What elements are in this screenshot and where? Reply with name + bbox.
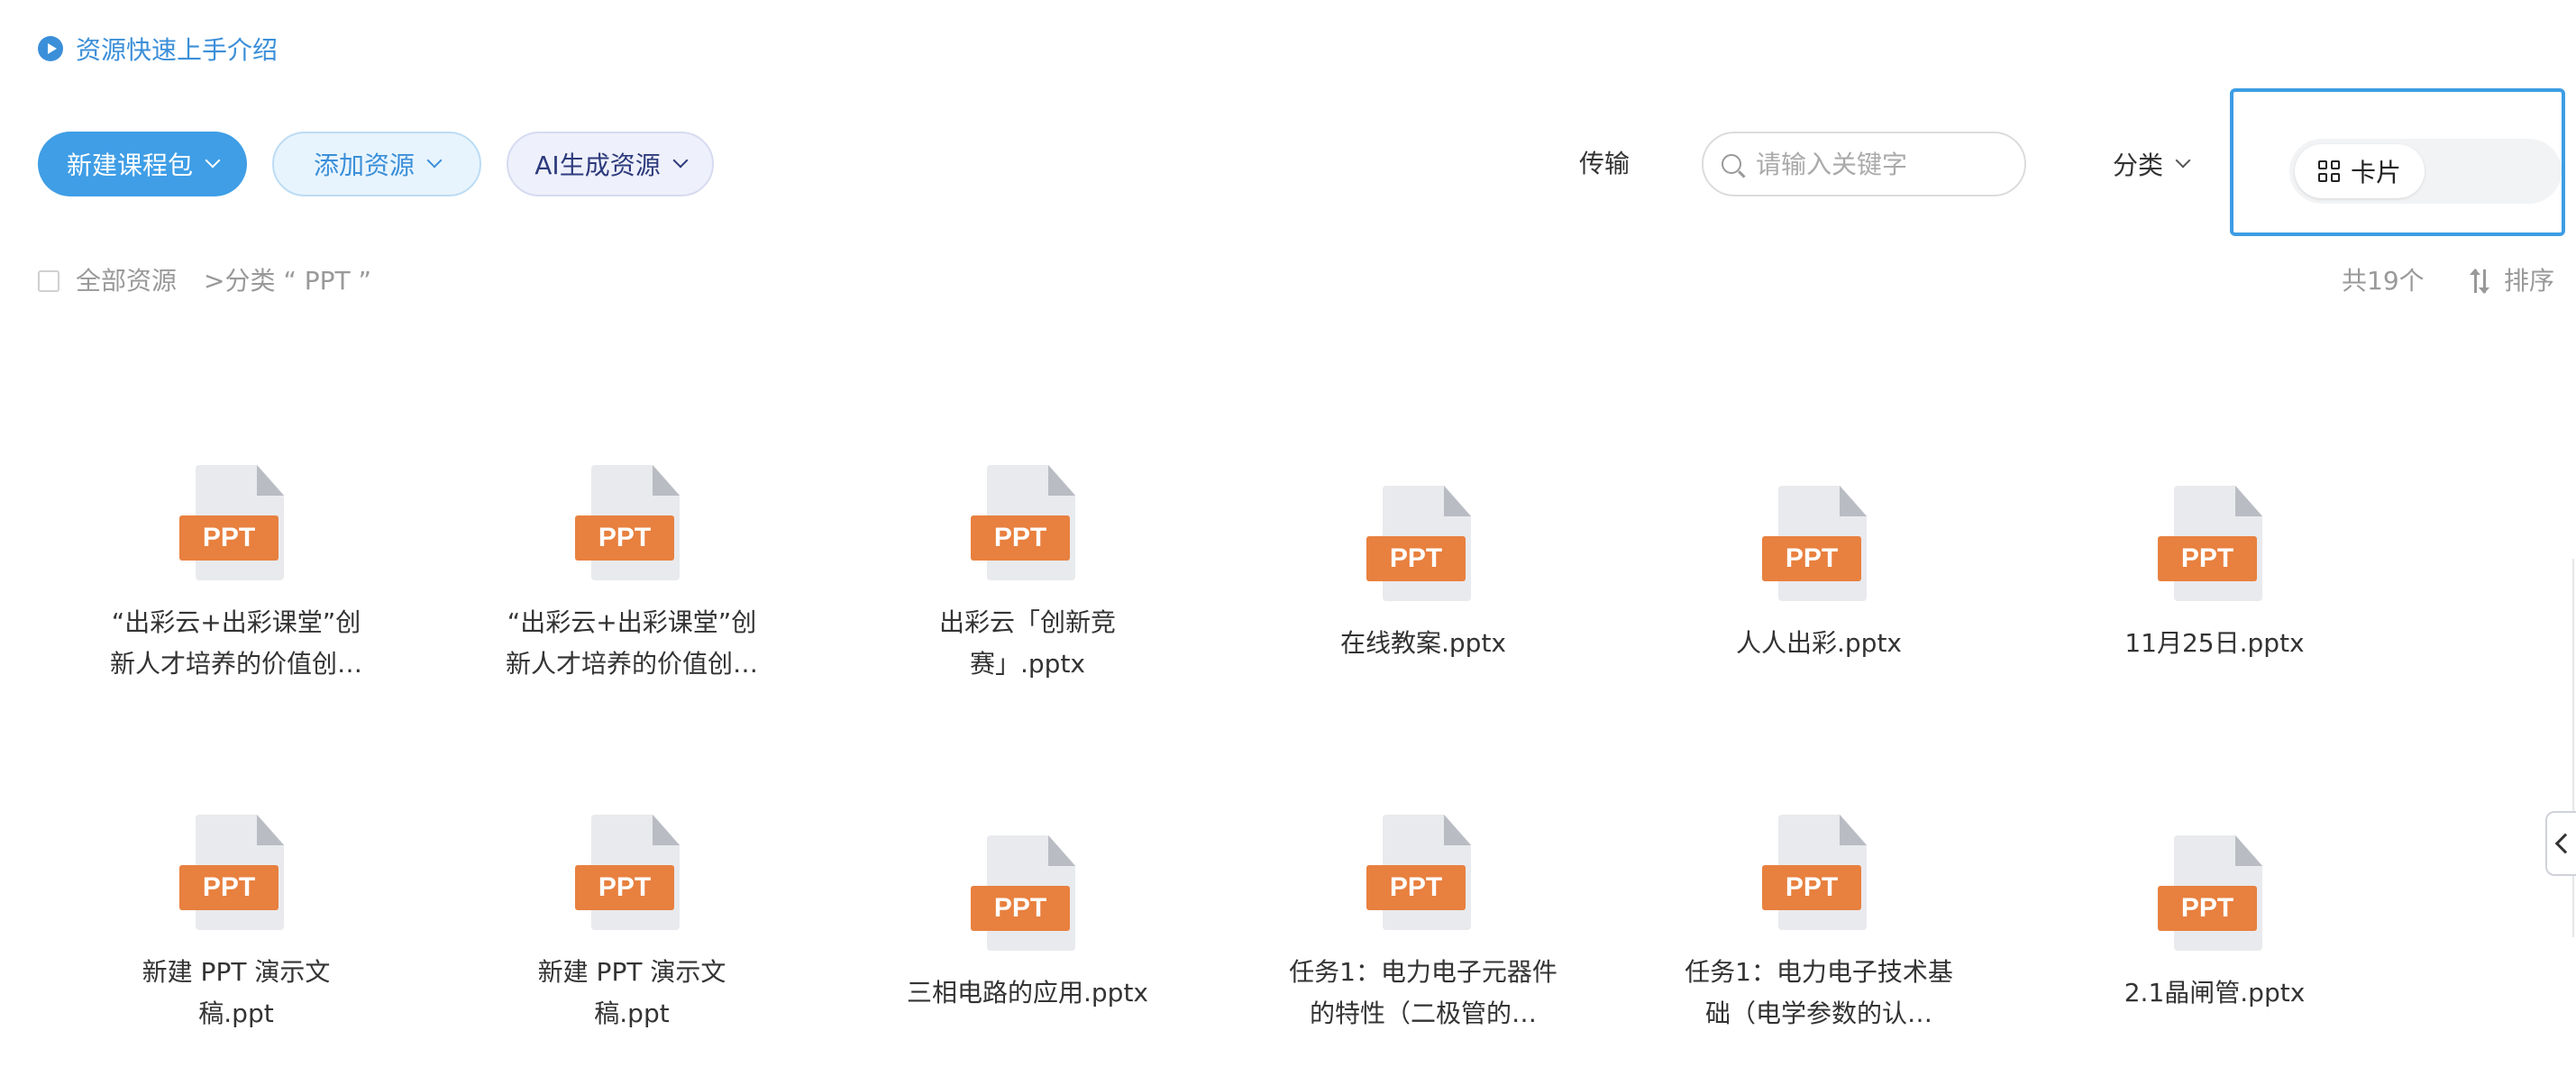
add-resource-button[interactable]: 添加资源 (272, 132, 481, 196)
file-name: 新建 PPT 演示文稿.ppt (142, 957, 331, 1028)
file-name: 任务1：电力电子技术基础（电学参数的认… (1685, 957, 1953, 1028)
card-view-label: 卡片 (2350, 158, 2401, 187)
search-icon (1722, 154, 1741, 174)
category-dropdown[interactable]: 分类 (2113, 132, 2191, 196)
file-name: 11月25日.pptx (2124, 628, 2305, 658)
quick-start-intro-link[interactable]: 资源快速上手介绍 (38, 31, 278, 67)
search-box (1702, 132, 2026, 196)
file-name: 新建 PPT 演示文稿.ppt (537, 957, 726, 1028)
file-type-badge: PPT (575, 515, 674, 561)
select-all-checkbox[interactable] (38, 270, 59, 292)
chevron-left-icon (2554, 833, 2576, 854)
file-type-badge: PPT (1366, 865, 1466, 910)
ppt-file-icon: PPT (2158, 835, 2271, 953)
file-type-badge: PPT (575, 865, 674, 910)
file-type-badge: PPT (179, 515, 279, 561)
ppt-file-icon: PPT (971, 835, 1084, 953)
file-type-badge: PPT (1762, 536, 1861, 581)
sort-button[interactable]: 排序 (2470, 261, 2554, 301)
file-name: 2.1晶闸管.pptx (2124, 978, 2306, 1008)
ppt-file-icon: PPT (1366, 486, 1480, 603)
file-card[interactable]: PPT 11月25日.pptx (2079, 486, 2350, 664)
view-mode-highlight: 列表 卡片 (2230, 88, 2565, 236)
add-resource-label: 添加资源 (313, 150, 415, 180)
transfer-button[interactable]: 传输 (1579, 132, 1630, 196)
file-card[interactable]: PPT “出彩云+出彩课堂”创新人才培养的价值创… (497, 465, 767, 685)
ai-generate-resource-button[interactable]: AI生成资源 (507, 132, 714, 196)
file-name: 三相电路的应用.pptx (907, 978, 1148, 1008)
file-type-badge: PPT (1366, 536, 1466, 581)
play-circle-icon (38, 36, 63, 61)
chevron-down-icon (426, 152, 443, 169)
ppt-file-icon: PPT (1366, 815, 1480, 932)
file-card[interactable]: PPT 新建 PPT 演示文稿.ppt (497, 815, 767, 1035)
file-name: 在线教案.pptx (1340, 628, 1506, 658)
ppt-file-icon: PPT (179, 815, 293, 932)
ppt-file-icon: PPT (1762, 486, 1876, 603)
file-card[interactable]: PPT 任务1：电力电子元器件的特性（二极管的… (1288, 815, 1558, 1035)
ppt-file-icon: PPT (575, 465, 689, 582)
breadcrumb-category-filter: >分类 “ PPT ” (204, 266, 372, 296)
ppt-file-icon: PPT (575, 815, 689, 932)
file-card[interactable]: PPT “出彩云+出彩课堂”创新人才培养的价值创… (101, 465, 371, 685)
card-view-button[interactable]: 卡片 (2295, 144, 2425, 198)
ppt-file-icon: PPT (179, 465, 293, 582)
file-name: 出彩云「创新竞赛」.pptx (938, 607, 1116, 679)
file-type-badge: PPT (971, 515, 1070, 561)
category-label: 分类 (2113, 150, 2164, 180)
file-card[interactable]: PPT 2.1晶闸管.pptx (2079, 835, 2350, 1014)
quick-start-intro-label: 资源快速上手介绍 (76, 35, 279, 65)
breadcrumb: 全部资源 >分类 “ PPT ” 共19个 排序 (0, 261, 2576, 301)
file-name: 任务1：电力电子元器件的特性（二极管的… (1289, 957, 1557, 1028)
ppt-file-icon: PPT (971, 465, 1084, 582)
new-course-package-label: 新建课程包 (66, 150, 193, 180)
chevron-down-icon (205, 152, 221, 169)
ppt-file-icon: PPT (1762, 815, 1876, 932)
file-card[interactable]: PPT 人人出彩.pptx (1684, 486, 1954, 664)
file-type-badge: PPT (2158, 886, 2257, 931)
ai-generate-resource-label: AI生成资源 (534, 150, 661, 180)
file-card[interactable]: PPT 三相电路的应用.pptx (892, 835, 1163, 1014)
chevron-down-icon (672, 152, 689, 169)
new-course-package-button[interactable]: 新建课程包 (38, 132, 247, 196)
file-card[interactable]: PPT 任务1：电力电子技术基础（电学参数的认… (1684, 815, 1954, 1035)
file-type-badge: PPT (971, 886, 1070, 931)
total-count: 共19个 (2342, 266, 2425, 296)
file-type-badge: PPT (179, 865, 279, 910)
view-mode-toggle: 列表 卡片 (2289, 139, 2562, 204)
file-type-badge: PPT (1762, 865, 1861, 910)
file-name: “出彩云+出彩课堂”创新人才培养的价值创… (505, 607, 758, 679)
file-card[interactable]: PPT 在线教案.pptx (1288, 486, 1558, 664)
file-name: “出彩云+出彩课堂”创新人才培养的价值创… (109, 607, 362, 679)
ppt-file-icon: PPT (2158, 486, 2271, 603)
file-type-badge: PPT (2158, 536, 2257, 581)
side-panel-edge (2572, 559, 2574, 937)
search-input[interactable] (1756, 149, 1999, 179)
side-panel-toggle[interactable] (2545, 811, 2576, 876)
sort-icon (2470, 269, 2491, 294)
toolbar: 新建课程包 添加资源 AI生成资源 传输 分类 (0, 132, 2576, 196)
file-card[interactable]: PPT 新建 PPT 演示文稿.ppt (101, 815, 371, 1035)
grid-icon (2317, 160, 2340, 182)
chevron-down-icon (2175, 152, 2191, 169)
sort-label: 排序 (2504, 266, 2555, 296)
breadcrumb-all-resources[interactable]: 全部资源 (76, 261, 177, 301)
file-name: 人人出彩.pptx (1736, 628, 1902, 658)
file-card[interactable]: PPT 出彩云「创新竞赛」.pptx (892, 465, 1163, 685)
